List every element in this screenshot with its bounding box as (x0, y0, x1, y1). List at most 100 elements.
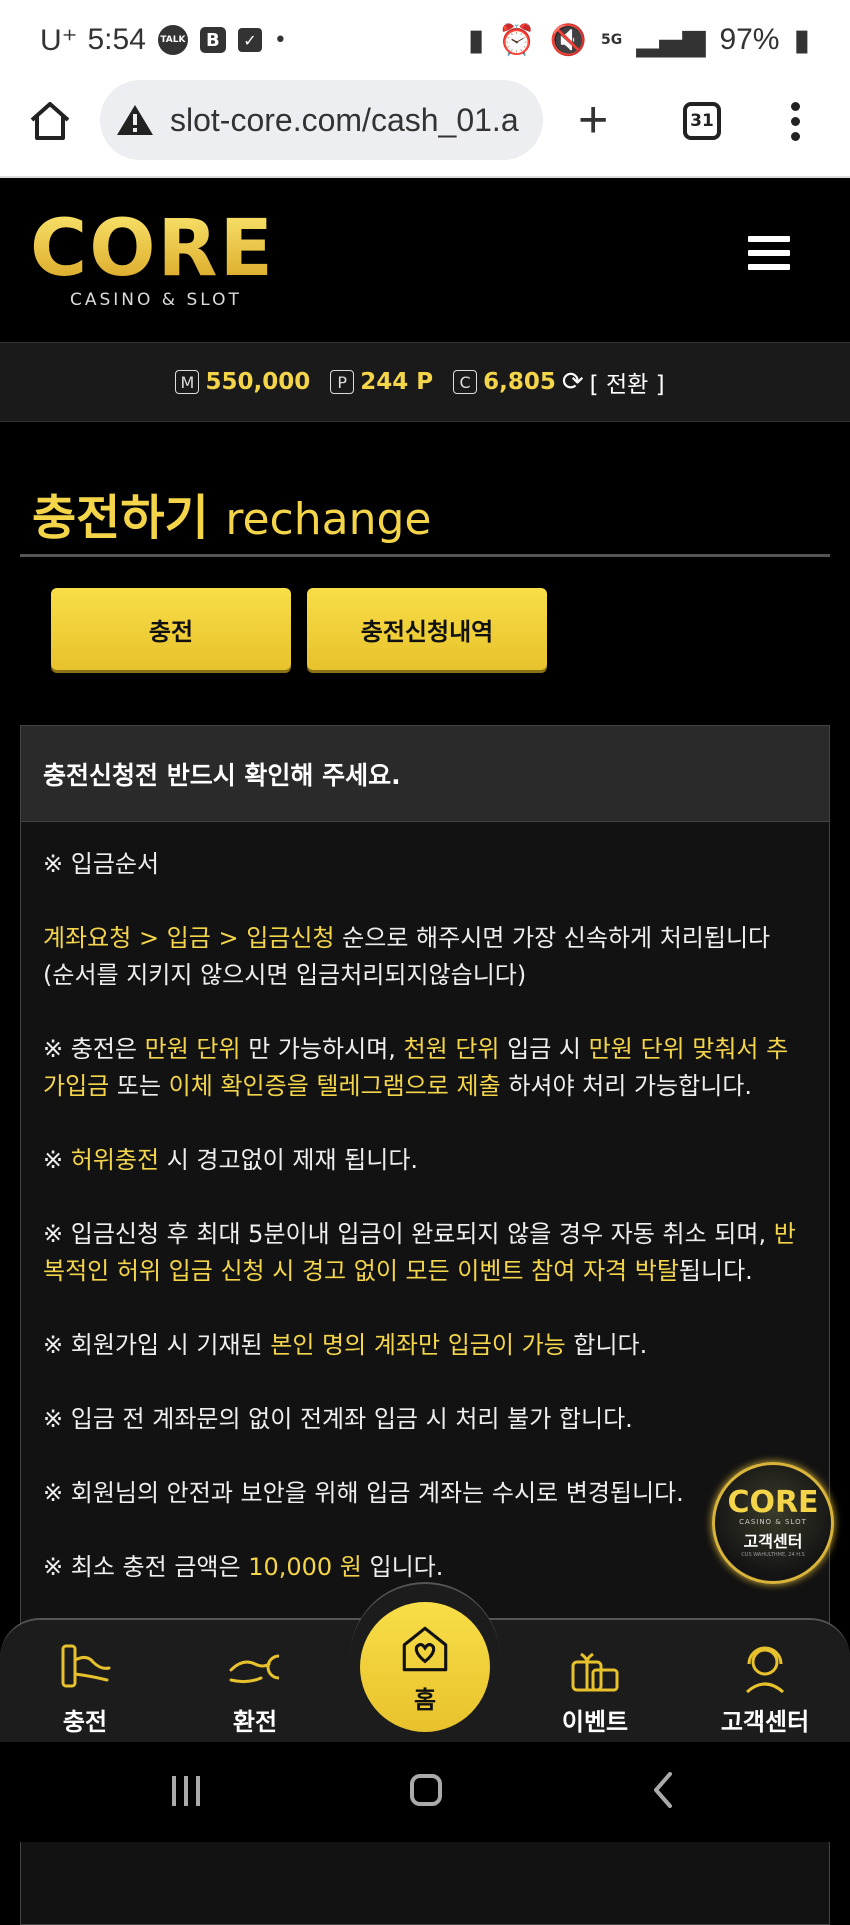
convert-link[interactable]: [ 전환 ] (590, 365, 665, 399)
nav-charge[interactable]: 충전 (20, 1640, 150, 1737)
support-logo: CORE (727, 1485, 819, 1520)
notice-line: ※ 허위충전 시 경고없이 제재 됩니다. (43, 1142, 807, 1179)
floating-support-button[interactable]: CORE CASINO & SLOT 고객센터 CUS WAHULTHME, 2… (712, 1462, 834, 1584)
status-right: ▮ ⏰ 🔇 5G ▂▄▆ 97% ▮ (468, 23, 810, 58)
support-logo-tagline: CASINO & SLOT (739, 1518, 807, 1526)
notice-line: ※ 최소 충전 금액은 10,000 원 입니다. (43, 1549, 807, 1586)
system-nav-bar (0, 1742, 850, 1842)
notice-line: ※ 입금순서 (43, 850, 160, 878)
highlight-text: 천원 단위 (403, 1035, 500, 1063)
warning-icon[interactable] (116, 103, 154, 137)
nav-home[interactable]: 홈 (360, 1602, 490, 1732)
notice-text: ※ 입금신청 후 최대 5분이내 입금이 완료되지 않을 경우 자동 취소 되며… (43, 1220, 774, 1248)
tab-switcher-button[interactable]: 31 (683, 102, 721, 140)
notice-text: ※ 충전은 (43, 1035, 145, 1063)
nav-charge-label: 충전 (62, 1708, 108, 1736)
logo-wordmark: CORE (30, 210, 280, 288)
notice-text: 합니다. (565, 1331, 648, 1359)
notice-text: ※ (43, 1146, 71, 1174)
new-tab-icon[interactable]: + (578, 90, 608, 150)
recent-apps-icon[interactable] (172, 1776, 204, 1806)
charge-tab-button[interactable]: 충전 (51, 588, 291, 670)
coin-icon: C (453, 370, 478, 394)
nav-event-label: 이벤트 (561, 1708, 629, 1736)
url-text[interactable]: slot-core.com/cash_01.a (170, 102, 519, 139)
money-balance: M 550,000 (175, 369, 310, 395)
coin-value: 6,805 (483, 369, 556, 395)
highlight-text: 계좌요청 > 입금 > 입금신청 (43, 924, 335, 952)
home-heart-icon (402, 1626, 448, 1671)
notice-text: 또는 (109, 1072, 169, 1100)
dot-icon: • (273, 27, 287, 53)
nav-exchange[interactable]: 환전 (190, 1640, 320, 1737)
alarm-icon: ⏰ (498, 22, 536, 58)
b-app-icon: B (199, 27, 226, 53)
support-small-text: CUS WAHULTHME, 24 H.S (741, 1552, 805, 1558)
notice-text: 시 경고없이 제재 됩니다. (159, 1146, 419, 1174)
network-type: 5G (600, 32, 623, 48)
nav-home-label: 홈 (413, 1685, 437, 1714)
more-menu-icon[interactable] (790, 102, 802, 142)
kakaotalk-icon: TALK (157, 25, 188, 55)
url-bar[interactable]: slot-core.com/cash_01.a (100, 80, 543, 160)
page-title-ko: 충전하기 (32, 490, 209, 546)
notice-body: ※ 입금순서 계좌요청 > 입금 > 입금신청 순으로 해주시면 가장 신속하게… (21, 822, 829, 1586)
nav-exchange-label: 환전 (232, 1708, 278, 1736)
highlight-text: 허위충전 (70, 1146, 160, 1174)
site-header: CORE CASINO & SLOT (0, 180, 850, 340)
highlight-text: 10,000 원 (248, 1553, 362, 1581)
notice-line: 계좌요청 > 입금 > 입금신청 순으로 해주시면 가장 신속하게 처리됩니다 … (43, 920, 807, 994)
notice-line: ※ 충전은 만원 단위 만 가능하시며, 천원 단위 입금 시 만원 단위 맞춰… (43, 1031, 807, 1105)
charge-hand-icon (61, 1644, 111, 1688)
notice-header: 충전신청전 반드시 확인해 주세요. (21, 726, 829, 822)
notice-text: 됩니다. (678, 1257, 753, 1285)
home-icon[interactable] (28, 98, 72, 142)
checkbox-notification-icon: ✓ (237, 28, 262, 52)
notice-text: 만 가능하시며, (240, 1035, 404, 1063)
carrier-label: U⁺ (40, 23, 78, 57)
title-divider (20, 554, 830, 557)
notice-text: ※ 회원가입 시 기재된 (43, 1331, 271, 1359)
headset-icon (746, 1646, 784, 1694)
coin-balance: C 6,805 ⟳ [ 전환 ] (453, 365, 665, 399)
notice-text: 입금 시 (499, 1035, 589, 1063)
page-title-en: rechange (225, 494, 432, 545)
browser-toolbar: slot-core.com/cash_01.a + 31 (0, 80, 850, 178)
nfc-icon: ▮ (467, 22, 485, 58)
mute-icon: 🔇 (549, 22, 587, 58)
notice-text: 하셔야 처리 가능합니다. (500, 1072, 753, 1100)
hamburger-menu-icon[interactable] (748, 236, 790, 274)
notice-line: ※ 입금 전 계좌문의 없이 전계좌 입금 시 처리 불가 합니다. (43, 1405, 633, 1433)
money-icon: M (175, 370, 200, 394)
page-title: 충전하기 rechange (32, 478, 431, 548)
system-home-icon[interactable] (410, 1774, 442, 1806)
status-bar: U⁺ 5:54 TALK B ✓ • ▮ ⏰ 🔇 5G ▂▄▆ 97% ▮ (0, 0, 850, 80)
nav-event[interactable]: 이벤트 (530, 1640, 660, 1737)
highlight-text: 본인 명의 계좌만 입금이 가능 (270, 1331, 566, 1359)
site-logo[interactable]: CORE CASINO & SLOT (30, 210, 280, 310)
gift-icon (571, 1652, 619, 1692)
notice-line: ※ 회원가입 시 기재된 본인 명의 계좌만 입금이 가능 합니다. (43, 1327, 807, 1364)
point-balance: P 244 P (330, 369, 433, 395)
highlight-text: 이체 확인증을 텔레그램으로 제출 (168, 1072, 501, 1100)
clock: 5:54 (87, 23, 146, 56)
battery-icon: ▮ (793, 22, 810, 58)
point-value: 244 P (360, 369, 434, 395)
highlight-text: 만원 단위 (144, 1035, 241, 1063)
notice-text: 입니다. (361, 1553, 444, 1581)
exchange-hand-icon (229, 1654, 280, 1684)
nav-support[interactable]: 고객센터 (700, 1640, 830, 1737)
notice-text: ※ 최소 충전 금액은 (43, 1553, 249, 1581)
battery-percent: 97% (719, 23, 780, 56)
back-icon[interactable] (652, 1772, 674, 1808)
refresh-icon[interactable]: ⟳ (562, 367, 584, 397)
balance-bar: M 550,000 P 244 P C 6,805 ⟳ [ 전환 ] (0, 342, 850, 422)
nav-support-label: 고객센터 (720, 1708, 810, 1736)
point-icon: P (330, 370, 355, 394)
support-label: 고객센터 (743, 1532, 803, 1551)
charge-history-tab-button[interactable]: 충전신청내역 (307, 588, 547, 670)
money-value: 550,000 (205, 369, 311, 395)
notice-line: ※ 입금신청 후 최대 5분이내 입금이 완료되지 않을 경우 자동 취소 되며… (43, 1216, 807, 1290)
signal-icon: ▂▄▆ (636, 22, 706, 58)
notice-line: ※ 회원님의 안전과 보안을 위해 입금 계좌는 수시로 변경됩니다. (43, 1479, 684, 1507)
